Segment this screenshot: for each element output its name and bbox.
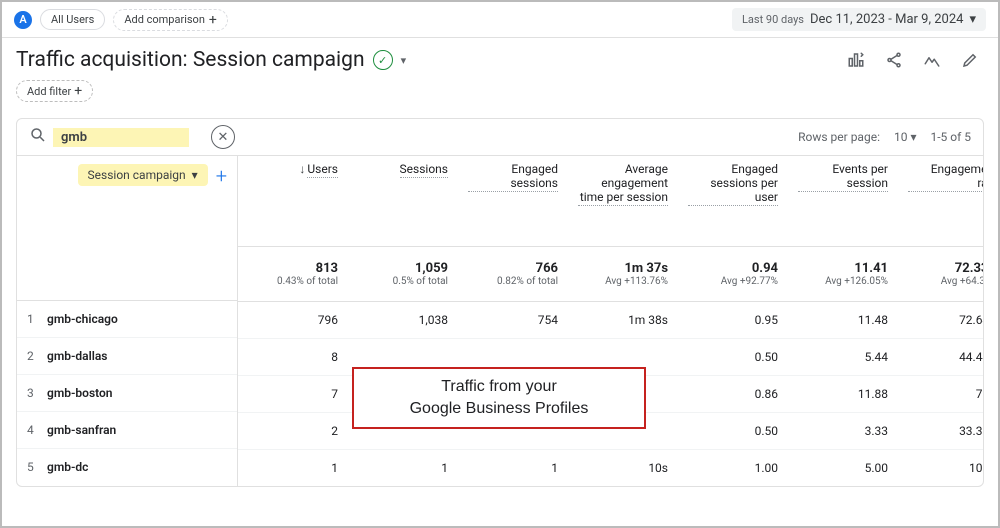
data-cell: 1.00 [678,461,788,475]
report-table: gmb ✕ Rows per page: 10 ▾ 1-5 of 5 Sessi… [16,118,984,487]
data-cell: 1 [348,461,458,475]
rows-per-page-select[interactable]: 10 ▾ [894,130,917,144]
total-cell: 0.94Avg +92.77% [678,247,788,301]
column-header[interactable]: Average engagement time per session [568,156,678,246]
total-cell: 11.41Avg +126.05% [788,247,898,301]
chevron-down-icon[interactable]: ▾ [401,54,407,67]
table-row: 11110s1.005.00100% [238,450,983,486]
plus-icon: + [209,13,217,27]
data-cell: 1m 38s [568,313,678,327]
add-comparison-button[interactable]: Add comparison + [113,9,228,31]
total-cell: 8130.43% of total [238,247,348,301]
total-cell: 1,0590.5% of total [348,247,458,301]
data-cell: 754 [458,313,568,327]
table-row[interactable]: 1gmb-chicago [17,301,237,338]
total-cell: 1m 37sAvg +113.76% [568,247,678,301]
data-cell: 0.50 [678,350,788,364]
data-cell: 8 [238,350,348,364]
data-cell: 0.50 [678,424,788,438]
column-header[interactable]: Engaged sessions per user [678,156,788,246]
data-cell: 11.88 [788,387,898,401]
insights-icon[interactable] [918,46,946,74]
chevron-down-icon: ▾ [969,12,976,27]
data-cell: 7 [238,387,348,401]
data-cell: 72.64% [898,313,983,327]
data-cell: 3.33 [788,424,898,438]
data-cell: 0.86 [678,387,788,401]
date-label: Last 90 days [742,13,804,26]
table-row[interactable]: 2gmb-dallas [17,338,237,375]
annotation-callout: Traffic from yourGoogle Business Profile… [352,367,646,429]
search-input[interactable]: gmb [53,128,189,147]
table-row[interactable]: 5gmb-dc [17,449,237,485]
plus-icon: + [74,84,82,98]
data-cell: 100% [898,461,983,475]
check-icon: ✓ [373,50,393,70]
table-row: 7961,0387541m 38s0.9511.4872.64% [238,302,983,339]
total-cell: 72.33%Avg +64.38% [898,247,983,301]
date-range: Dec 11, 2023 - Mar 9, 2024 [810,12,963,27]
clear-search-icon[interactable]: ✕ [211,125,235,149]
data-cell: 33.33% [898,424,983,438]
customize-report-icon[interactable] [842,46,870,74]
data-cell: 5.00 [788,461,898,475]
dimension-label: Session campaign [88,168,186,182]
column-header[interactable]: Engagement rate [898,156,983,246]
segment-chip[interactable]: All Users [40,9,105,30]
data-cell: 796 [238,313,348,327]
data-cell: 1 [458,461,568,475]
rows-per-page-label: Rows per page: [798,130,880,144]
add-dimension-button[interactable]: + [216,164,227,188]
data-cell: 75% [898,387,983,401]
table-row[interactable]: 3gmb-boston [17,375,237,412]
total-cell: 7660.82% of total [458,247,568,301]
date-range-selector[interactable]: Last 90 days Dec 11, 2023 - Mar 9, 2024 … [732,8,986,31]
dimension-selector[interactable]: Session campaign ▾ [78,164,208,186]
table-row[interactable]: 4gmb-sanfran [17,412,237,449]
column-header[interactable]: Engaged sessions [458,156,568,246]
data-cell: 0.95 [678,313,788,327]
search-icon [29,126,47,148]
chevron-down-icon: ▾ [192,168,198,182]
column-header[interactable]: Sessions [348,156,458,246]
data-cell: 1 [238,461,348,475]
segment-badge: A [14,11,32,29]
edit-icon[interactable] [956,46,984,74]
add-filter-label: Add filter [27,85,71,98]
data-cell: 5.44 [788,350,898,364]
data-cell: 44.44% [898,350,983,364]
column-header[interactable]: Events per session [788,156,898,246]
data-cell: 1,038 [348,313,458,327]
column-header[interactable]: ↓Users [238,156,348,246]
share-icon[interactable] [880,46,908,74]
page-range: 1-5 of 5 [930,130,971,144]
page-title: Traffic acquisition: Session campaign [16,48,365,72]
add-filter-button[interactable]: Add filter + [16,80,93,102]
data-cell: 10s [568,461,678,475]
add-comparison-label: Add comparison [124,13,205,26]
data-cell: 2 [238,424,348,438]
data-cell: 11.48 [788,313,898,327]
